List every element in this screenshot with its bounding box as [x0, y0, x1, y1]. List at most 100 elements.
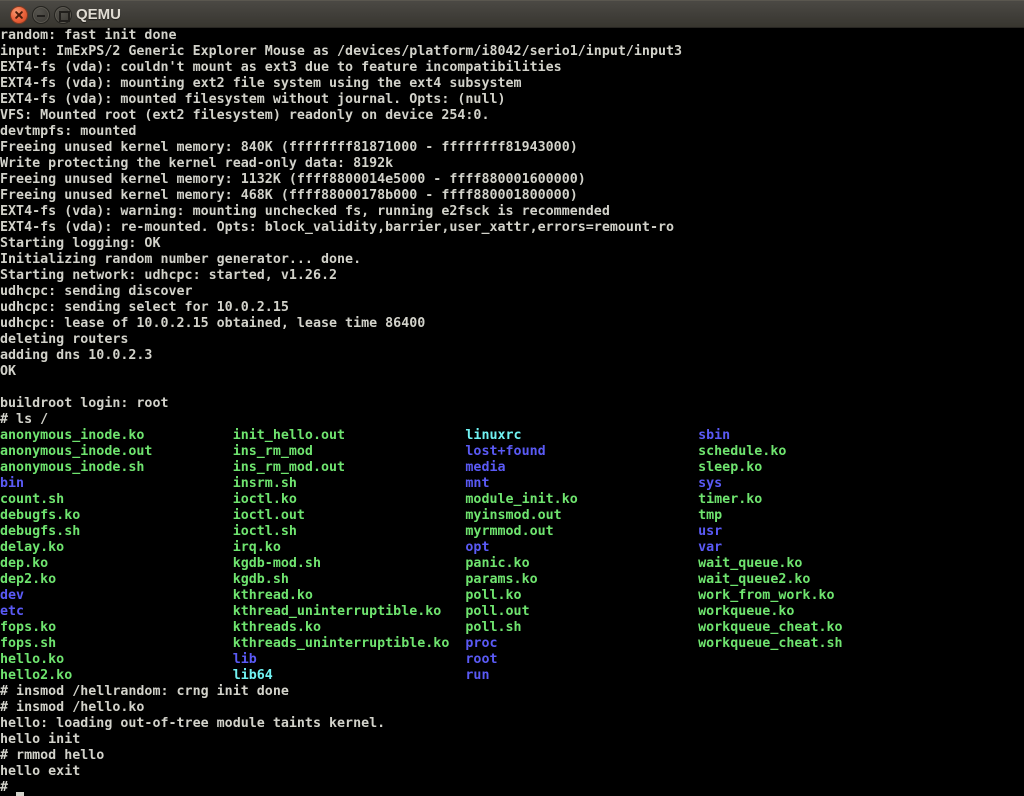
- terminal-row: delay.ko irq.ko opt var: [0, 540, 1024, 556]
- qemu-window: QEMU random: fast init doneinput: ImExPS…: [0, 0, 1024, 796]
- close-button[interactable]: [10, 6, 28, 24]
- terminal-text-segment: module_init.ko: [465, 492, 698, 507]
- terminal-text-segment: panic.ko: [465, 556, 698, 571]
- terminal-text-segment: sys: [698, 476, 722, 491]
- terminal-text-segment: Write protecting the kernel read-only da…: [0, 156, 393, 171]
- terminal-row: udhcpc: sending select for 10.0.2.15: [0, 300, 1024, 316]
- terminal-text-segment: ins_rm_mod.out: [233, 460, 466, 475]
- terminal-text-segment: poll.ko: [465, 588, 698, 603]
- minimize-icon: [37, 15, 45, 17]
- terminal-text-segment: lost+found: [465, 444, 698, 459]
- terminal-text-segment: udhcpc: sending discover: [0, 284, 193, 299]
- terminal-row: dep.ko kgdb-mod.sh panic.ko wait_queue.k…: [0, 556, 1024, 572]
- terminal-text-segment: hello: loading out-of-tree module taints…: [0, 716, 385, 731]
- terminal-row: anonymous_inode.ko init_hello.out linuxr…: [0, 428, 1024, 444]
- terminal-text-segment: EXT4-fs (vda): warning: mounting uncheck…: [0, 204, 610, 219]
- terminal-text-segment: myrmmod.out: [465, 524, 698, 539]
- terminal-text-segment: debugfs.sh: [0, 524, 233, 539]
- terminal-cursor: [16, 780, 24, 796]
- terminal-row: hello init: [0, 732, 1024, 748]
- terminal-text-segment: EXT4-fs (vda): mounted filesystem withou…: [0, 92, 506, 107]
- terminal-text-segment: Starting network: udhcpc: started, v1.26…: [0, 268, 337, 283]
- terminal-row: etc kthread_uninterruptible.ko poll.out …: [0, 604, 1024, 620]
- terminal-row: input: ImExPS/2 Generic Explorer Mouse a…: [0, 44, 1024, 60]
- terminal-text-segment: anonymous_inode.sh: [0, 460, 233, 475]
- terminal-text-segment: anonymous_inode.ko: [0, 428, 233, 443]
- terminal-text-segment: Freeing unused kernel memory: 1132K (fff…: [0, 172, 586, 187]
- terminal-text-segment: Freeing unused kernel memory: 840K (ffff…: [0, 140, 578, 155]
- terminal-row: dep2.ko kgdb.sh params.ko wait_queue2.ko: [0, 572, 1024, 588]
- window-titlebar[interactable]: QEMU: [0, 0, 1024, 28]
- terminal-row: count.sh ioctl.ko module_init.ko timer.k…: [0, 492, 1024, 508]
- terminal-text-segment: devtmpfs: mounted: [0, 124, 136, 139]
- terminal-row: anonymous_inode.out ins_rm_mod lost+foun…: [0, 444, 1024, 460]
- terminal-row: Write protecting the kernel read-only da…: [0, 156, 1024, 172]
- terminal-row: devtmpfs: mounted: [0, 124, 1024, 140]
- terminal-text-segment: ioctl.out: [233, 508, 466, 523]
- terminal-text-segment: opt: [465, 540, 698, 555]
- terminal-row: Starting logging: OK: [0, 236, 1024, 252]
- terminal-text-segment: dev: [0, 588, 233, 603]
- terminal-row: hello2.ko lib64 run: [0, 668, 1024, 684]
- terminal-text-segment: bin: [0, 476, 233, 491]
- terminal-row: debugfs.sh ioctl.sh myrmmod.out usr: [0, 524, 1024, 540]
- terminal-row: hello.ko lib root: [0, 652, 1024, 668]
- terminal-row: anonymous_inode.sh ins_rm_mod.out media …: [0, 460, 1024, 476]
- terminal-row: random: fast init done: [0, 28, 1024, 44]
- terminal-text-segment: sleep.ko: [698, 460, 762, 475]
- terminal-text-segment: EXT4-fs (vda): mounting ext2 file system…: [0, 76, 522, 91]
- terminal-text-segment: #: [0, 780, 16, 795]
- terminal-text-segment: ins_rm_mod: [233, 444, 466, 459]
- terminal-text-segment: sbin: [698, 428, 730, 443]
- terminal-text-segment: fops.sh: [0, 636, 233, 651]
- maximize-button[interactable]: [54, 6, 72, 24]
- terminal-text-segment: init_hello.out: [233, 428, 466, 443]
- terminal-text-segment: ioctl.ko: [233, 492, 466, 507]
- terminal-text-segment: # insmod /hellrandom: crng init done: [0, 684, 289, 699]
- terminal-row: [0, 380, 1024, 396]
- terminal-text-segment: proc: [465, 636, 698, 651]
- close-icon: [15, 11, 23, 19]
- terminal-text-segment: # rmmod hello: [0, 748, 104, 763]
- terminal-text-segment: workqueue_cheat.ko: [698, 620, 842, 635]
- terminal-row: bin insrm.sh mnt sys: [0, 476, 1024, 492]
- terminal-text-segment: VFS: Mounted root (ext2 filesystem) read…: [0, 108, 489, 123]
- terminal-text-segment: tmp: [698, 508, 722, 523]
- terminal-row: fops.sh kthreads_uninterruptible.ko proc…: [0, 636, 1024, 652]
- terminal-screen[interactable]: random: fast init doneinput: ImExPS/2 Ge…: [0, 28, 1024, 796]
- window-title: QEMU: [76, 1, 121, 28]
- terminal-text-segment: EXT4-fs (vda): re-mounted. Opts: block_v…: [0, 220, 674, 235]
- terminal-row: Initializing random number generator... …: [0, 252, 1024, 268]
- minimize-button[interactable]: [32, 6, 50, 24]
- terminal-text-segment: timer.ko: [698, 492, 762, 507]
- terminal-row: OK: [0, 364, 1024, 380]
- terminal-text-segment: work_from_work.ko: [698, 588, 834, 603]
- terminal-row: # rmmod hello: [0, 748, 1024, 764]
- terminal-row: buildroot login: root: [0, 396, 1024, 412]
- terminal-row: EXT4-fs (vda): re-mounted. Opts: block_v…: [0, 220, 1024, 236]
- terminal-text-segment: myinsmod.out: [465, 508, 698, 523]
- terminal-text-segment: lib64: [233, 668, 466, 683]
- terminal-text-segment: var: [698, 540, 722, 555]
- terminal-text-segment: Freeing unused kernel memory: 468K (ffff…: [0, 188, 578, 203]
- terminal-text-segment: hello2.ko: [0, 668, 233, 683]
- terminal-row: Freeing unused kernel memory: 1132K (fff…: [0, 172, 1024, 188]
- terminal-text-segment: hello.ko: [0, 652, 233, 667]
- terminal-row: EXT4-fs (vda): warning: mounting uncheck…: [0, 204, 1024, 220]
- terminal-row: dev kthread.ko poll.ko work_from_work.ko: [0, 588, 1024, 604]
- terminal-row: fops.ko kthreads.ko poll.sh workqueue_ch…: [0, 620, 1024, 636]
- terminal-row: udhcpc: lease of 10.0.2.15 obtained, lea…: [0, 316, 1024, 332]
- terminal-text-segment: etc: [0, 604, 233, 619]
- terminal-text-segment: Initializing random number generator... …: [0, 252, 361, 267]
- terminal-text-segment: fops.ko: [0, 620, 233, 635]
- terminal-text-segment: kthread.ko: [233, 588, 466, 603]
- terminal-text-segment: Starting logging: OK: [0, 236, 160, 251]
- terminal-text-segment: mnt: [465, 476, 698, 491]
- terminal-text-segment: poll.out: [465, 604, 698, 619]
- terminal-row: VFS: Mounted root (ext2 filesystem) read…: [0, 108, 1024, 124]
- terminal-text-segment: root: [465, 652, 497, 667]
- terminal-text-segment: input: ImExPS/2 Generic Explorer Mouse a…: [0, 44, 682, 59]
- terminal-text-segment: wait_queue.ko: [698, 556, 802, 571]
- terminal-text-segment: insrm.sh: [233, 476, 466, 491]
- terminal-text-segment: # insmod /hello.ko: [0, 700, 144, 715]
